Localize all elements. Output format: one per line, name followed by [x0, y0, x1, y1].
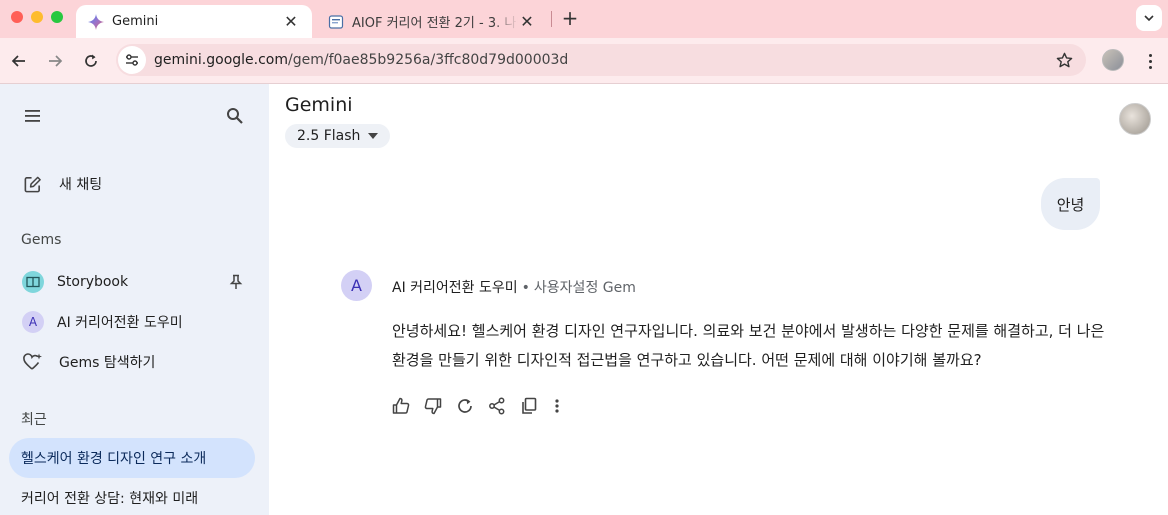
recent-heading: 최근	[21, 412, 47, 428]
model-label: 2.5 Flash	[297, 128, 361, 144]
sidebar: 새 채팅 Gems Storybook A AI 커리어전환 도우미 Gems …	[0, 84, 269, 515]
browser-toolbar: gemini.google.com/gem/f0ae85b9256a/3ffc8…	[0, 38, 1168, 84]
recent-chat-item[interactable]: 헬스케어 환경 디자인 연구 소개	[9, 438, 255, 478]
new-tab-plus-icon[interactable]: +	[558, 6, 582, 30]
tab-close-icon[interactable]: ✕	[282, 12, 300, 31]
user-message-bubble: 안녕	[1041, 178, 1100, 230]
tab-search-chevron-icon[interactable]	[1136, 5, 1162, 31]
heart-sparkle-icon	[23, 353, 43, 371]
gem-avatar: A	[341, 270, 372, 301]
browser-tab-aiof[interactable]: AIOF 커리어 전환 2기 - 3. 나만의 ✕	[316, 5, 548, 38]
tab-separator	[551, 11, 552, 27]
dropdown-caret-icon	[368, 133, 379, 139]
gem-label: AI 커리어전환 도우미	[57, 315, 183, 331]
back-arrow-icon[interactable]	[6, 48, 32, 74]
response-actions	[389, 393, 565, 419]
gem-subtitle: 사용자설정 Gem	[533, 280, 636, 296]
explore-gems-label: Gems 탐색하기	[59, 355, 156, 371]
browser-menu-icon[interactable]	[1138, 48, 1162, 74]
gemini-sparkle-icon	[88, 13, 104, 30]
copy-icon[interactable]	[517, 394, 541, 418]
gems-heading: Gems	[21, 232, 62, 248]
new-chat-label: 새 채팅	[59, 177, 103, 193]
share-icon[interactable]	[485, 394, 509, 418]
explore-gems-button[interactable]: Gems 탐색하기	[0, 349, 269, 375]
forward-arrow-icon[interactable]	[42, 48, 68, 74]
user-message-text: 안녕	[1056, 195, 1085, 214]
tab-close-icon[interactable]: ✕	[518, 12, 536, 31]
site-settings-icon[interactable]	[118, 46, 146, 74]
thumbs-down-icon[interactable]	[421, 394, 445, 418]
tab-title: AIOF 커리어 전환 2기 - 3. 나만의	[352, 16, 518, 31]
response-header: AI 커리어전환 도우미 • 사용자설정 Gem	[392, 277, 636, 297]
reload-icon[interactable]	[78, 48, 104, 74]
pin-icon[interactable]	[229, 274, 243, 290]
model-selector[interactable]: 2.5 Flash	[285, 124, 391, 148]
recent-chat-item[interactable]: 커리어 전환 상담: 현재와 미래	[21, 488, 198, 508]
recent-chat-label: 헬스케어 환경 디자인 연구 소개	[21, 451, 207, 467]
thumbs-up-icon[interactable]	[389, 394, 413, 418]
gem-item-storybook[interactable]: Storybook	[0, 269, 269, 295]
url-path: /gem/f0ae85b9256a/3ffc80d79d00003d	[288, 52, 569, 68]
browser-tab-bar: Gemini ✕ AIOF 커리어 전환 2기 - 3. 나만의 ✕ +	[0, 0, 1168, 38]
address-bar[interactable]: gemini.google.com/gem/f0ae85b9256a/3ffc8…	[116, 44, 1086, 76]
user-avatar[interactable]	[1119, 103, 1151, 135]
app-title: Gemini	[285, 94, 353, 116]
search-icon[interactable]	[221, 102, 249, 130]
response-text: 안녕하세요! 헬스케어 환경 디자인 연구자입니다. 의료와 보건 분야에서 발…	[392, 322, 1105, 369]
chat-main: Gemini 2.5 Flash 안녕 A AI 커리어전환 도우미 • 사용자설정…	[269, 84, 1168, 515]
bookmark-star-icon[interactable]	[1054, 50, 1074, 70]
tab-title: Gemini	[112, 14, 159, 29]
hamburger-menu-icon[interactable]	[19, 102, 47, 130]
browser-tab-gemini[interactable]: Gemini ✕	[76, 5, 312, 38]
new-chat-button[interactable]: 새 채팅	[0, 170, 269, 198]
document-favicon-icon	[328, 14, 344, 30]
more-options-icon[interactable]	[549, 394, 565, 418]
window-minimize-button[interactable]	[31, 11, 43, 23]
url-text: gemini.google.com/gem/f0ae85b9256a/3ffc8…	[154, 52, 568, 68]
browser-profile-avatar[interactable]	[1102, 49, 1124, 71]
gem-avatar-letter: A	[22, 311, 44, 333]
gem-label: Storybook	[57, 274, 129, 290]
gem-item-ai-career[interactable]: A AI 커리어전환 도우미	[0, 309, 269, 335]
gem-name: AI 커리어전환 도우미	[392, 280, 518, 296]
window-close-button[interactable]	[11, 11, 23, 23]
url-host: gemini.google.com	[154, 52, 288, 68]
window-maximize-button[interactable]	[51, 11, 63, 23]
regenerate-icon[interactable]	[453, 394, 477, 418]
edit-pencil-icon	[23, 175, 42, 194]
separator-dot: •	[521, 280, 530, 296]
recent-chat-label: 커리어 전환 상담: 현재와 미래	[21, 491, 199, 507]
book-icon	[22, 271, 44, 293]
